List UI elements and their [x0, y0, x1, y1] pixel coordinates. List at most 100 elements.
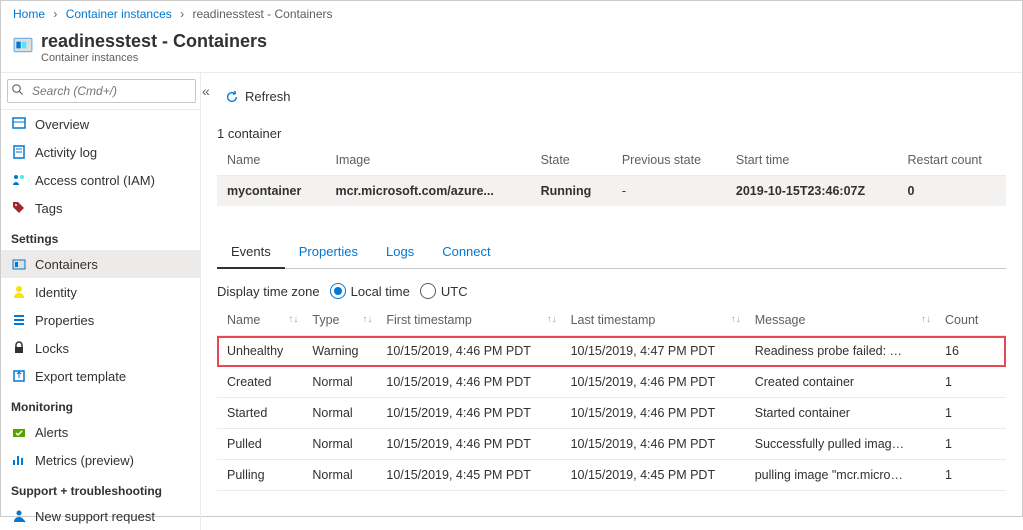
sort-icon: ↑↓ [362, 314, 372, 325]
cell-ev-message: Successfully pulled image ... [745, 429, 935, 460]
refresh-icon [225, 90, 239, 104]
breadcrumb: Home › Container instances › readinesste… [1, 1, 1022, 27]
event-row[interactable]: Unhealthy Warning 10/15/2019, 4:46 PM PD… [217, 336, 1006, 367]
events-table: Name↑↓ Type↑↓ First timestamp↑↓ Last tim… [217, 305, 1006, 491]
cell-ev-first: 10/15/2019, 4:46 PM PDT [376, 367, 560, 398]
cell-restart: 0 [897, 176, 1006, 207]
sidebar-item-properties[interactable]: Properties [1, 306, 200, 334]
iam-icon [11, 172, 27, 188]
container-instance-icon [13, 35, 33, 55]
col-ev-name[interactable]: Name↑↓ [217, 305, 302, 336]
tab-logs[interactable]: Logs [372, 236, 428, 268]
nav-heading-settings: Settings [1, 222, 200, 250]
detail-tabs: Events Properties Logs Connect [217, 236, 1006, 269]
tab-events[interactable]: Events [217, 236, 285, 269]
identity-icon [11, 284, 27, 300]
cell-ev-type: Normal [302, 367, 376, 398]
sidebar-item-label: Metrics (preview) [35, 453, 134, 468]
col-name[interactable]: Name [217, 145, 325, 176]
nav-heading-support: Support + troubleshooting [1, 474, 200, 502]
sidebar-item-identity[interactable]: Identity [1, 278, 200, 306]
sort-icon: ↑↓ [547, 314, 557, 325]
cell-ev-message: pulling image "mcr.micros... [745, 460, 935, 491]
cell-ev-count: 16 [935, 336, 1006, 367]
cell-ev-name: Pulled [217, 429, 302, 460]
main-content: Refresh 1 container Name Image State Pre… [201, 73, 1022, 530]
refresh-label: Refresh [245, 89, 291, 104]
cell-ev-type: Warning [302, 336, 376, 367]
tab-properties[interactable]: Properties [285, 236, 372, 268]
event-row[interactable]: Started Normal 10/15/2019, 4:46 PM PDT 1… [217, 398, 1006, 429]
cell-image: mcr.microsoft.com/azure... [325, 176, 530, 207]
sidebar-item-label: Overview [35, 117, 89, 132]
radio-utc[interactable]: UTC [420, 283, 468, 299]
col-ev-first[interactable]: First timestamp↑↓ [376, 305, 560, 336]
export-icon [11, 368, 27, 384]
cell-ev-type: Normal [302, 398, 376, 429]
cell-ev-last: 10/15/2019, 4:46 PM PDT [561, 398, 745, 429]
cell-ev-last: 10/15/2019, 4:46 PM PDT [561, 367, 745, 398]
event-row[interactable]: Pulling Normal 10/15/2019, 4:45 PM PDT 1… [217, 460, 1006, 491]
cell-ev-type: Normal [302, 429, 376, 460]
cell-ev-message: Created container [745, 367, 935, 398]
cell-start: 2019-10-15T23:46:07Z [726, 176, 898, 207]
col-ev-last[interactable]: Last timestamp↑↓ [561, 305, 745, 336]
page-title: readinesstest - Containers [41, 31, 267, 52]
page-header: readinesstest - Containers Container ins… [1, 27, 1022, 73]
event-row[interactable]: Pulled Normal 10/15/2019, 4:46 PM PDT 10… [217, 429, 1006, 460]
containers-icon [11, 256, 27, 272]
cell-ev-count: 1 [935, 367, 1006, 398]
col-prev[interactable]: Previous state [612, 145, 726, 176]
nav-heading-monitoring: Monitoring [1, 390, 200, 418]
sidebar-item-label: Alerts [35, 425, 68, 440]
sidebar-item-overview[interactable]: Overview [1, 110, 200, 138]
locks-icon [11, 340, 27, 356]
cell-ev-name: Started [217, 398, 302, 429]
timezone-row: Display time zone Local time UTC [217, 269, 1006, 305]
cell-ev-first: 10/15/2019, 4:45 PM PDT [376, 460, 560, 491]
sidebar-item-activity-log[interactable]: Activity log [1, 138, 200, 166]
sidebar-item-metrics-preview-[interactable]: Metrics (preview) [1, 446, 200, 474]
container-count: 1 container [217, 126, 1006, 141]
cell-ev-count: 1 [935, 460, 1006, 491]
cell-ev-name: Created [217, 367, 302, 398]
refresh-button[interactable]: Refresh [217, 85, 299, 108]
col-state[interactable]: State [531, 145, 612, 176]
col-restart[interactable]: Restart count [897, 145, 1006, 176]
col-ev-type[interactable]: Type↑↓ [302, 305, 376, 336]
sidebar-item-access-control-iam-[interactable]: Access control (IAM) [1, 166, 200, 194]
sidebar-item-alerts[interactable]: Alerts [1, 418, 200, 446]
cell-name: mycontainer [217, 176, 325, 207]
col-ev-count[interactable]: Count [935, 305, 1006, 336]
cell-ev-last: 10/15/2019, 4:47 PM PDT [561, 336, 745, 367]
sidebar-item-label: Export template [35, 369, 126, 384]
col-image[interactable]: Image [325, 145, 530, 176]
sidebar-item-export-template[interactable]: Export template [1, 362, 200, 390]
cell-ev-last: 10/15/2019, 4:46 PM PDT [561, 429, 745, 460]
chevron-right-icon: › [53, 7, 57, 21]
sort-icon: ↑↓ [288, 314, 298, 325]
breadcrumb-home[interactable]: Home [13, 7, 45, 21]
event-row[interactable]: Created Normal 10/15/2019, 4:46 PM PDT 1… [217, 367, 1006, 398]
cell-state: Running [531, 176, 612, 207]
sidebar-item-new-support-request[interactable]: New support request [1, 502, 200, 530]
sidebar-item-tags[interactable]: Tags [1, 194, 200, 222]
sidebar-item-label: New support request [35, 509, 155, 524]
sidebar-item-locks[interactable]: Locks [1, 334, 200, 362]
search-input[interactable] [7, 79, 196, 103]
sidebar-item-label: Access control (IAM) [35, 173, 155, 188]
chevron-right-icon: › [180, 7, 184, 21]
col-start[interactable]: Start time [726, 145, 898, 176]
metrics-icon [11, 452, 27, 468]
container-row[interactable]: mycontainer mcr.microsoft.com/azure... R… [217, 176, 1006, 207]
sidebar-item-label: Containers [35, 257, 98, 272]
activity-icon [11, 144, 27, 160]
col-ev-message[interactable]: Message↑↓ [745, 305, 935, 336]
tab-connect[interactable]: Connect [428, 236, 504, 268]
sidebar-item-label: Identity [35, 285, 77, 300]
breadcrumb-current: readinesstest - Containers [192, 7, 332, 21]
radio-local-time[interactable]: Local time [330, 283, 410, 299]
cell-ev-first: 10/15/2019, 4:46 PM PDT [376, 336, 560, 367]
breadcrumb-l1[interactable]: Container instances [66, 7, 172, 21]
sidebar-item-containers[interactable]: Containers [1, 250, 200, 278]
